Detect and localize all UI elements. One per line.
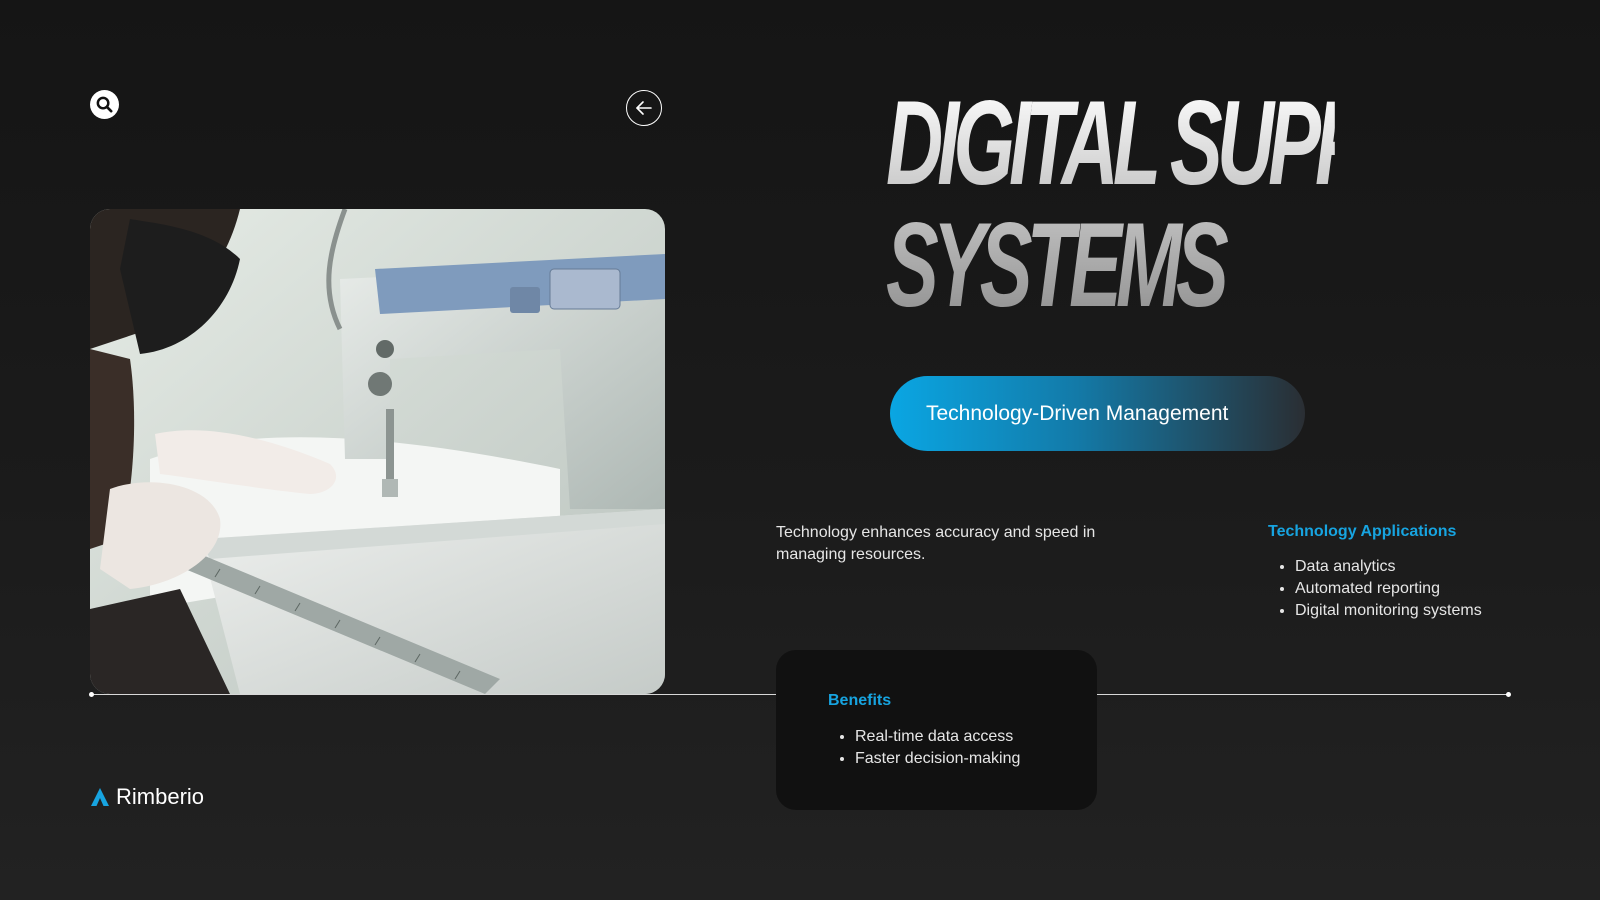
sewing-machine-photo (90, 209, 665, 694)
list-item: Real-time data access (855, 726, 1020, 748)
title-line-1: DIGITAL SUPPORT (886, 76, 1510, 210)
benefits-heading: Benefits (828, 692, 892, 709)
brand-logo: Rimberio (90, 784, 204, 810)
search-icon (96, 96, 113, 113)
title-line-2: SYSTEMS (886, 198, 1223, 332)
applications-list: Data analytics Automated reporting Digit… (1268, 556, 1482, 622)
benefits-list: Real-time data access Faster decision-ma… (828, 726, 1020, 770)
divider-start-dot (89, 692, 94, 697)
search-button[interactable] (90, 90, 119, 119)
list-item: Data analytics (1295, 556, 1482, 578)
list-item: Automated reporting (1295, 578, 1482, 600)
applications-heading: Technology Applications (1268, 523, 1457, 540)
page-title: DIGITAL SUPPORT SYSTEMS (886, 82, 1335, 326)
list-item: Faster decision-making (855, 748, 1020, 770)
section-pill: Technology-Driven Management (890, 376, 1305, 451)
back-button[interactable] (626, 90, 662, 126)
rimberio-logo-icon (91, 788, 109, 806)
benefits-card: Benefits Real-time data access Faster de… (776, 650, 1097, 810)
list-item: Digital monitoring systems (1295, 600, 1482, 622)
divider-end-dot (1506, 692, 1511, 697)
description-text: Technology enhances accuracy and speed i… (776, 524, 1096, 563)
arrow-left-icon (636, 101, 652, 115)
brand-name: Rimberio (116, 784, 205, 809)
